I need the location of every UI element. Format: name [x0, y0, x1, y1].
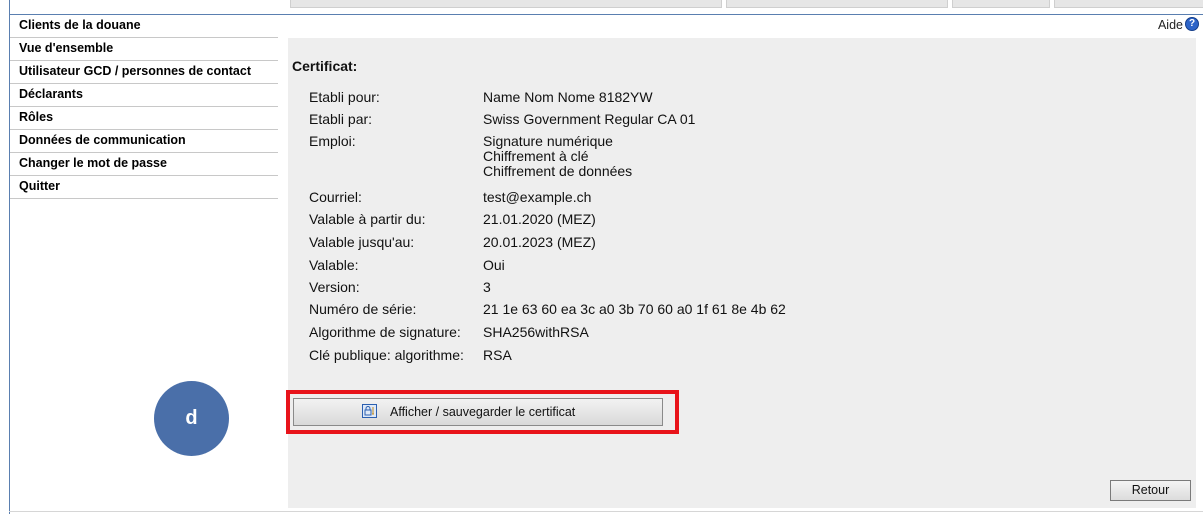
sidebar-item-quitter[interactable]: Quitter	[10, 176, 278, 199]
annotation-badge: d	[154, 381, 229, 456]
help-link[interactable]: Aide	[1158, 18, 1183, 32]
show-save-certificate-label: Afficher / sauvegarder le certificat	[390, 405, 576, 419]
certificate-panel: Certificat: Etabli pour: Name Nom Nome 8…	[288, 38, 1196, 508]
field-value: 21.01.2020 (MEZ)	[483, 211, 596, 227]
field-label: Clé publique: algorithme:	[309, 347, 464, 363]
field-value: RSA	[483, 347, 512, 363]
field-value: SHA256withRSA	[483, 324, 589, 340]
field-label: Version:	[309, 279, 360, 295]
field-label: Etabli par:	[309, 111, 373, 127]
field-label: Emploi:	[309, 133, 356, 149]
field-label: Valable:	[309, 257, 359, 273]
field-value: 3	[483, 279, 491, 295]
sidebar-item-clients-douane[interactable]: Clients de la douane	[10, 15, 278, 38]
certificate-icon	[362, 404, 377, 418]
field-value: Swiss Government Regular CA 01	[483, 111, 696, 127]
show-save-certificate-button[interactable]: Afficher / sauvegarder le certificat	[293, 398, 663, 426]
sidebar-item-utilisateur-gcd[interactable]: Utilisateur GCD / personnes de contact	[10, 61, 278, 84]
sidebar-item-roles[interactable]: Rôles	[10, 107, 278, 130]
top-strip-4	[1054, 0, 1203, 8]
field-value: Signature numérique	[483, 133, 613, 149]
sidebar-nav: Clients de la douane Vue d'ensemble Util…	[10, 15, 278, 199]
field-value: test@example.ch	[483, 189, 592, 205]
help-icon[interactable]: ?	[1185, 17, 1199, 31]
field-label: Numéro de série:	[309, 301, 417, 317]
field-value: Oui	[483, 257, 505, 273]
top-strip-2	[726, 0, 948, 8]
top-strip-3	[952, 0, 1050, 8]
sidebar-item-donnees-communication[interactable]: Données de communication	[10, 130, 278, 153]
field-value: 21 1e 63 60 ea 3c a0 3b 70 60 a0 1f 61 8…	[483, 301, 786, 317]
field-value: Chiffrement à clé	[483, 148, 589, 164]
field-label: Algorithme de signature:	[309, 324, 461, 340]
sidebar-item-changer-mot-de-passe[interactable]: Changer le mot de passe	[10, 153, 278, 176]
sidebar-item-vue-ensemble[interactable]: Vue d'ensemble	[10, 38, 278, 61]
back-button[interactable]: Retour	[1110, 480, 1191, 501]
top-strip-1	[290, 0, 722, 8]
field-label: Valable jusqu'au:	[309, 234, 415, 250]
field-label: Valable à partir du:	[309, 211, 426, 227]
field-value: Chiffrement de données	[483, 163, 633, 179]
field-value: 20.01.2023 (MEZ)	[483, 234, 596, 250]
field-value: Name Nom Nome 8182YW	[483, 89, 653, 105]
field-label: Etabli pour:	[309, 89, 380, 105]
window-frame-bottom	[9, 511, 1203, 512]
field-label: Courriel:	[309, 189, 362, 205]
sidebar-item-declarants[interactable]: Déclarants	[10, 84, 278, 107]
certificate-title: Certificat:	[292, 58, 358, 74]
